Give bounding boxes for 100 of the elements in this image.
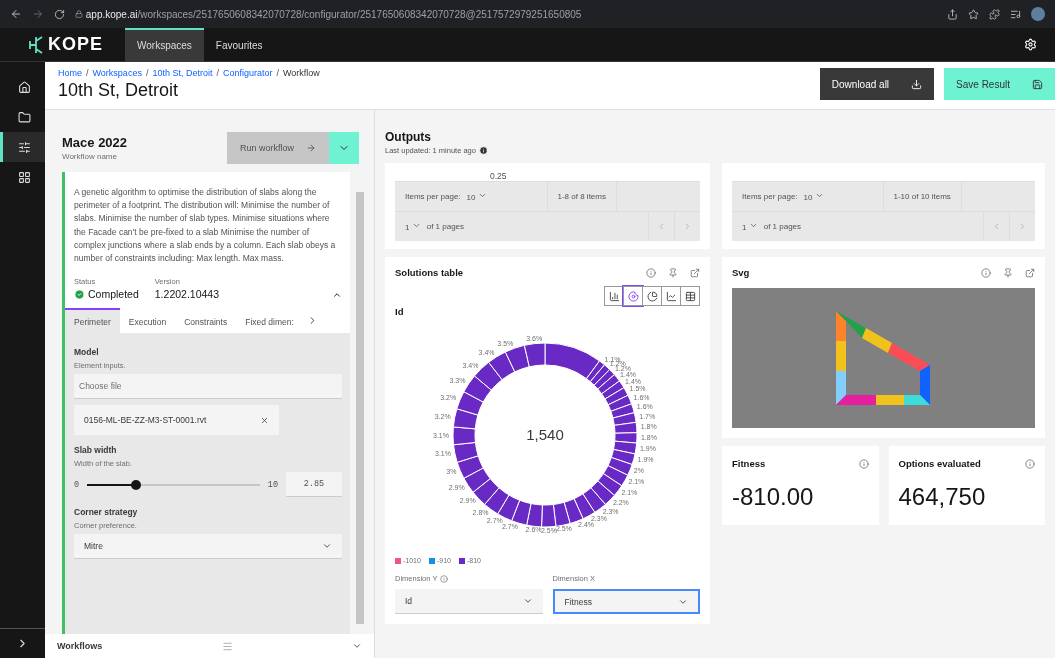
breadcrumb-link[interactable]: Workspaces — [92, 68, 142, 78]
page-select[interactable]: 1 — [742, 221, 758, 232]
header-tab[interactable]: Favourites — [203, 27, 275, 62]
page-title: 10th St, Detroit — [58, 80, 180, 101]
chevron-down-icon — [814, 191, 824, 200]
item-range: 1-8 of 8 items — [557, 192, 606, 201]
page-count: of 1 pages — [426, 222, 465, 231]
pie-chart-icon — [646, 290, 658, 302]
bar-chart-icon — [608, 290, 620, 302]
puzzle-icon[interactable] — [989, 8, 1000, 20]
workflows-bar[interactable]: Workflows — [45, 634, 374, 658]
breadcrumb-link[interactable]: 10th St, Detroit — [152, 68, 213, 78]
donut-slice — [607, 456, 633, 476]
per-page-select[interactable]: 10 — [803, 191, 824, 202]
breadcrumb-link[interactable]: Home — [58, 68, 82, 78]
slider-max: 10 — [267, 479, 278, 490]
panel-title: Svg — [732, 267, 750, 278]
donut-slice — [563, 498, 584, 524]
slider-thumb[interactable] — [131, 479, 142, 490]
donut-slice — [511, 499, 532, 526]
per-page-select[interactable]: 10 — [466, 191, 487, 202]
donut-chart-icon — [627, 290, 639, 302]
donut-slice — [552, 501, 571, 527]
star-icon[interactable] — [968, 8, 979, 20]
save-button[interactable]: Save Result — [944, 68, 1055, 100]
field-label: Corner strategy — [74, 507, 139, 518]
pin-icon[interactable] — [1003, 267, 1013, 278]
chevron-down-icon — [748, 221, 758, 230]
pin-icon[interactable] — [668, 267, 678, 278]
download-icon — [911, 78, 923, 90]
donut-slice — [612, 412, 637, 426]
download-button[interactable]: Download all — [819, 68, 935, 100]
outputs-title: Outputs — [385, 130, 432, 144]
back-icon[interactable] — [10, 8, 22, 20]
check-circle-icon — [74, 288, 85, 300]
chart-type-button[interactable] — [680, 286, 700, 306]
donut-total: 1,540 — [526, 426, 564, 443]
slider-min: 0 — [74, 479, 80, 490]
file-field[interactable]: Choose file — [74, 374, 342, 400]
share-icon[interactable] — [947, 8, 958, 20]
field-label: Slab width — [74, 445, 118, 456]
lock-icon — [75, 9, 83, 18]
settings-icon[interactable] — [1024, 38, 1037, 51]
select-field[interactable]: Mitre — [74, 534, 342, 560]
sliders-icon[interactable] — [0, 132, 45, 162]
table-cell-text: 0.25 — [489, 171, 508, 181]
external-link-icon[interactable] — [690, 267, 700, 278]
remove-icon[interactable] — [260, 415, 269, 425]
avatar-icon[interactable] — [1031, 7, 1045, 21]
header-tab[interactable]: Workspaces — [125, 27, 204, 62]
form-tab[interactable]: Perimeter — [65, 308, 120, 334]
logo-icon — [28, 35, 44, 54]
items-per-page-label: Items per page: — [405, 192, 461, 201]
donut-slice — [614, 432, 638, 444]
dimension-select[interactable]: Id — [395, 589, 543, 614]
donut-slice — [590, 480, 615, 505]
donut-slice — [463, 467, 491, 493]
chevron-down-icon[interactable] — [352, 641, 362, 651]
breadcrumb-separator: / — [145, 68, 149, 78]
stat-value: 464,750 — [898, 483, 987, 511]
panel-title: Solutions table — [395, 267, 464, 278]
items-per-page-label: Items per page: — [742, 192, 798, 201]
chevron-right-icon — [1018, 222, 1027, 231]
chart-type-button[interactable] — [642, 286, 662, 306]
line-chart-icon — [665, 290, 677, 302]
item-range: 1-10 of 10 items — [893, 192, 951, 201]
chart-type-button[interactable] — [661, 286, 681, 306]
dimension-select[interactable]: Fitness — [552, 589, 700, 614]
chevron-down-icon — [522, 596, 533, 606]
donut-slice — [452, 408, 479, 430]
chart-type-button[interactable] — [604, 286, 624, 306]
chevron-down-icon — [477, 191, 487, 200]
stat-label: Fitness — [732, 458, 766, 469]
version-value: 1.2202.10443 — [154, 288, 219, 301]
page-select[interactable]: 1 — [405, 221, 421, 232]
breadcrumb-current[interactable]: Workflow — [283, 68, 320, 78]
stat-value: -810.00 — [732, 483, 815, 511]
list-icon[interactable] — [1010, 8, 1021, 20]
scrollbar[interactable] — [356, 192, 364, 624]
donut-slice — [504, 344, 530, 373]
reload-icon[interactable] — [54, 8, 65, 20]
donut-slice — [610, 448, 636, 466]
chart-title: Id — [395, 306, 405, 317]
donut-slice — [456, 455, 484, 479]
workflow-description: A genetic algorithm to optimise the distribution of slabs along the perimeter of a footprint. The distribution will: Minimise the number of slabs. Minimise the number of slab types. Minimise situations where the Facade can't be pre-fixed to a slab Minimise the number of complex junctions where a slab ends by a column. Each slab obeys a number of constraints including: Max length. Max mass. — [74, 186, 337, 265]
drag-handle-icon[interactable] — [221, 640, 233, 652]
donut-slice — [607, 394, 633, 412]
stat-label: Options evaluated — [898, 458, 981, 469]
number-field[interactable]: 2.85 — [286, 472, 342, 498]
app-logo[interactable]: KOPE — [0, 34, 125, 55]
breadcrumb-link[interactable]: Configurator — [222, 68, 273, 78]
breadcrumb-separator: / — [276, 68, 279, 78]
external-link-icon[interactable] — [1025, 267, 1035, 278]
chevron-down-icon — [411, 221, 421, 230]
donut-slice — [613, 440, 638, 455]
breadcrumb-separator: / — [86, 68, 89, 78]
breadcrumb-separator: / — [216, 68, 219, 78]
field-label: Model — [74, 347, 100, 358]
chevron-right-icon — [683, 222, 692, 231]
table-icon — [684, 290, 696, 302]
